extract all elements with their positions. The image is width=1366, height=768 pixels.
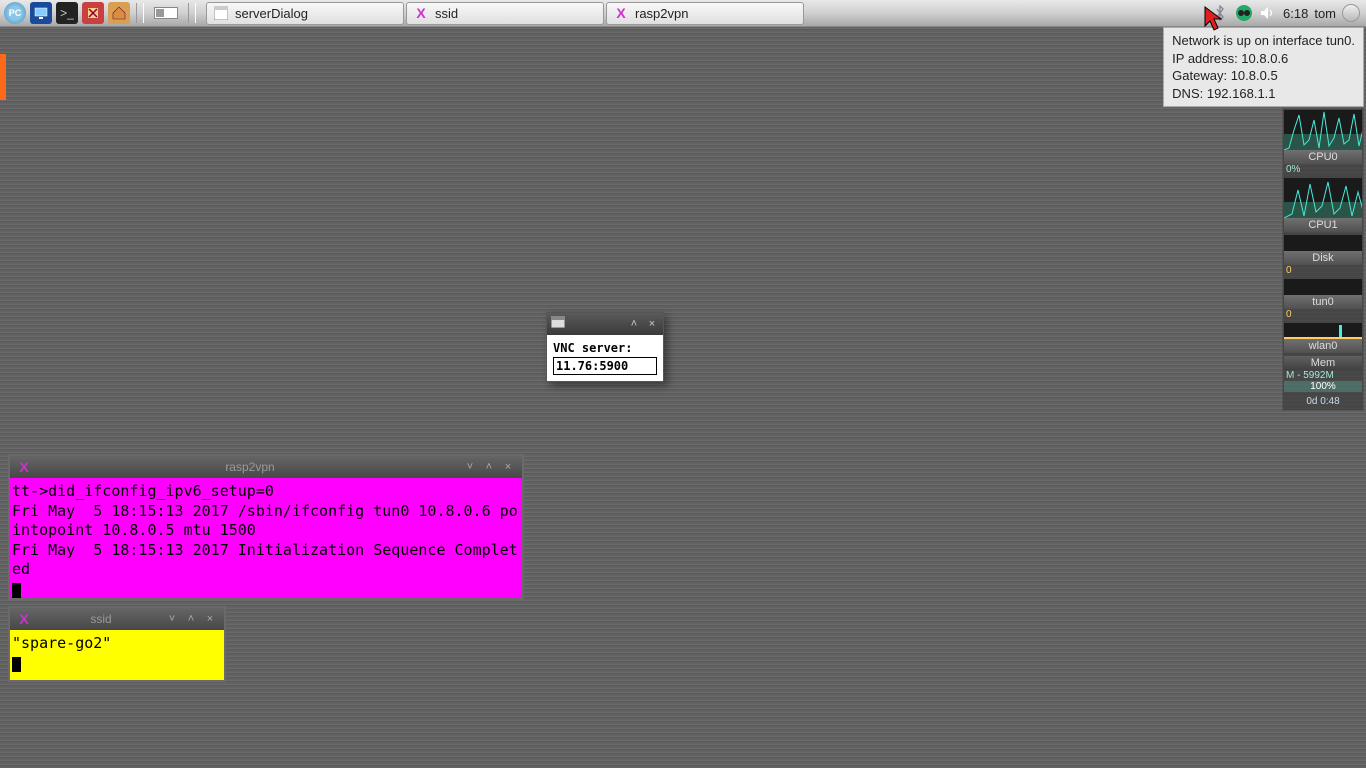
vnc-prompt: VNC server: [553, 341, 657, 355]
cursor-icon [12, 657, 21, 672]
notif-line: DNS: 192.168.1.1 [1172, 85, 1355, 103]
terminal-titlebar[interactable]: X rasp2vpn ˅ ˄ × [10, 456, 522, 478]
monitor-icon[interactable] [30, 2, 52, 24]
xterm-icon: X [16, 611, 32, 627]
taskbar-separator [136, 3, 144, 23]
dialog-titlebar[interactable]: ˄ × [547, 313, 663, 335]
cpu1-monitor: CPU1 [1283, 177, 1363, 234]
cpu0-monitor: CPU0 0% [1283, 109, 1363, 177]
task-serverdialog[interactable]: serverDialog [206, 2, 404, 25]
window-icon [213, 5, 229, 21]
task-label: serverDialog [235, 6, 308, 21]
xterm-icon: X [16, 459, 32, 475]
notif-line: Gateway: 10.8.0.5 [1172, 67, 1355, 85]
vnc-server-dialog[interactable]: ˄ × VNC server: [546, 312, 664, 382]
dialog-body: VNC server: [547, 335, 663, 381]
cursor-icon [12, 583, 21, 598]
tun0-val: 0 [1284, 309, 1362, 320]
network-notification: Network is up on interface tun0. IP addr… [1163, 27, 1364, 107]
terminal-titlebar[interactable]: X ssid ˅ ˄ × [10, 608, 224, 630]
system-monitor: CPU0 0% CPU1 Disk 0 tun0 0 wlan0 Mem M -… [1282, 108, 1364, 411]
minimize-icon[interactable]: ˅ [462, 460, 478, 474]
uptime: 0d 0:48 [1283, 394, 1363, 410]
task-buttons: serverDialog X ssid X rasp2vpn [206, 2, 804, 25]
utility-icon[interactable] [82, 2, 104, 24]
vnc-server-input[interactable] [553, 357, 657, 375]
disk-val: 0 [1284, 265, 1362, 276]
task-label: rasp2vpn [635, 6, 688, 21]
taskbar: PC >_ serverDialog X ssid X rasp2vpn [0, 0, 1366, 27]
terminal-title: rasp2vpn [38, 460, 462, 474]
close-icon[interactable]: × [645, 317, 659, 331]
task-rasp2vpn[interactable]: X rasp2vpn [606, 2, 804, 25]
xterm-icon: X [413, 5, 429, 21]
ssid-terminal[interactable]: X ssid ˅ ˄ × "spare-go2" [8, 606, 226, 682]
mem-monitor: Mem M - 5992M 100% [1283, 355, 1363, 394]
notif-line: Network is up on interface tun0. [1172, 32, 1355, 50]
logout-icon[interactable] [1342, 4, 1360, 22]
file-manager-icon[interactable] [108, 2, 130, 24]
terminal-body[interactable]: tt->did_ifconfig_ipv6_setup=0 Fri May 5 … [10, 478, 522, 598]
tun0-monitor: tun0 0 [1283, 278, 1363, 322]
wlan0-monitor: wlan0 [1283, 322, 1363, 355]
taskbar-launcher-icons: PC >_ [0, 0, 202, 26]
maximize-icon[interactable]: ˄ [481, 460, 497, 474]
task-label: ssid [435, 6, 458, 21]
cpu0-label: CPU0 [1284, 150, 1362, 164]
notif-line: IP address: 10.8.0.6 [1172, 50, 1355, 68]
rasp2vpn-terminal[interactable]: X rasp2vpn ˅ ˄ × tt->did_ifconfig_ipv6_s… [8, 454, 524, 600]
terminal-text: tt->did_ifconfig_ipv6_setup=0 Fri May 5 … [12, 482, 518, 578]
maximize-icon[interactable]: ˄ [627, 317, 641, 331]
show-desktop-icon[interactable] [154, 7, 178, 19]
taskbar-right: 6:18 tom [1211, 4, 1366, 22]
mem-pct: 100% [1284, 381, 1362, 392]
start-menu-icon[interactable]: PC [4, 2, 26, 24]
terminal-icon[interactable]: >_ [56, 2, 78, 24]
maximize-icon[interactable]: ˄ [183, 612, 199, 626]
accent-bar [0, 54, 6, 100]
taskbar-separator [188, 3, 196, 23]
close-icon[interactable]: × [500, 460, 516, 474]
terminal-title: ssid [38, 612, 164, 626]
user-label: tom [1314, 6, 1336, 21]
wlan0-label: wlan0 [1284, 339, 1362, 353]
clock[interactable]: 6:18 [1283, 6, 1308, 21]
cpu1-label: CPU1 [1284, 218, 1362, 232]
xterm-icon: X [613, 5, 629, 21]
minimize-icon[interactable]: ˅ [164, 612, 180, 626]
mem-detail: M - 5992M [1284, 370, 1362, 381]
volume-icon[interactable] [1259, 4, 1277, 22]
terminal-text: "spare-go2" [12, 634, 111, 652]
disk-monitor: Disk 0 [1283, 234, 1363, 278]
disk-label: Disk [1284, 251, 1362, 265]
window-icon [551, 315, 565, 333]
task-ssid[interactable]: X ssid [406, 2, 604, 25]
cpu0-pct: 0% [1284, 164, 1362, 175]
terminal-body[interactable]: "spare-go2" [10, 630, 224, 680]
mem-label: Mem [1284, 356, 1362, 370]
tun0-label: tun0 [1284, 295, 1362, 309]
close-icon[interactable]: × [202, 612, 218, 626]
network-manager-icon[interactable] [1235, 4, 1253, 22]
bluetooth-icon[interactable] [1211, 4, 1229, 22]
